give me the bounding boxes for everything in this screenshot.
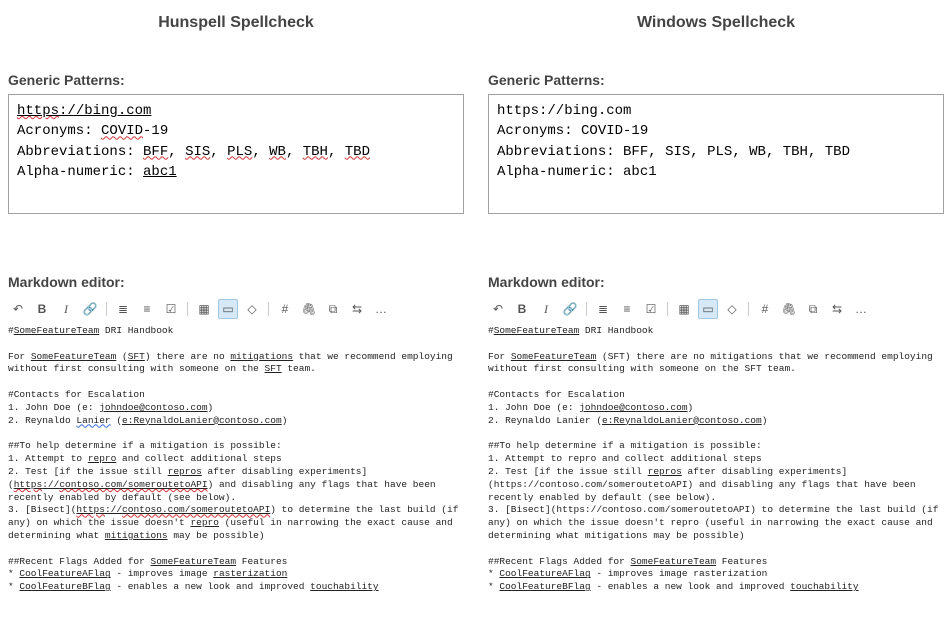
checklist-icon[interactable]: ☑ (641, 299, 661, 319)
patterns-textbox[interactable]: https://bing.com Acronyms: COVID-19 Abbr… (488, 94, 944, 214)
acronyms-line: Acronyms: COVID-19 (17, 123, 168, 139)
column-title: Windows Spellcheck (488, 14, 944, 32)
separator (586, 302, 587, 316)
separator (268, 302, 269, 316)
bold-button[interactable]: B (512, 299, 532, 319)
undo-icon[interactable]: ↶ (8, 299, 28, 319)
abbrev-line: Abbreviations: BFF, SIS, PLS, WB, TBH, T… (497, 144, 850, 160)
patterns-heading: Generic Patterns: (8, 72, 464, 88)
markdown-body[interactable]: #SomeFeatureTeam DRI Handbook For SomeFe… (8, 325, 464, 594)
separator (667, 302, 668, 316)
markdown-toolbar: ↶ B I 🔗 ≣ ≡ ☑ ▦ ▭ ◇ # 🖇 ⧉ ⇆ … (488, 296, 944, 325)
patterns-heading: Generic Patterns: (488, 72, 944, 88)
markdown-heading: Markdown editor: (488, 274, 944, 290)
separator (106, 302, 107, 316)
markdown-body[interactable]: #SomeFeatureTeam DRI Handbook For SomeFe… (488, 325, 944, 594)
updown-icon[interactable]: ◇ (722, 299, 742, 319)
windows-column: Windows Spellcheck Generic Patterns: htt… (488, 10, 944, 594)
toggle-icon[interactable]: ⇆ (827, 299, 847, 319)
table-icon[interactable]: ▦ (674, 299, 694, 319)
italic-button[interactable]: I (56, 299, 76, 319)
toggle-icon[interactable]: ⇆ (347, 299, 367, 319)
markdown-heading: Markdown editor: (8, 274, 464, 290)
hunspell-column: Hunspell Spellcheck Generic Patterns: ht… (8, 10, 464, 594)
unordered-list-icon[interactable]: ≣ (113, 299, 133, 319)
url-text: https://bing.com (17, 103, 151, 119)
attach-icon[interactable]: 🖇 (299, 299, 319, 319)
alnum-line: Alpha-numeric: abc1 (17, 164, 177, 180)
italic-button[interactable]: I (536, 299, 556, 319)
code-block-icon[interactable]: ▭ (218, 299, 238, 319)
separator (748, 302, 749, 316)
ordered-list-icon[interactable]: ≡ (137, 299, 157, 319)
link-icon[interactable]: 🔗 (560, 299, 580, 319)
bold-button[interactable]: B (32, 299, 52, 319)
link-icon[interactable]: 🔗 (80, 299, 100, 319)
markdown-toolbar: ↶ B I 🔗 ≣ ≡ ☑ ▦ ▭ ◇ # 🖇 ⧉ ⇆ … (8, 296, 464, 325)
more-icon[interactable]: … (371, 299, 391, 319)
separator (187, 302, 188, 316)
undo-icon[interactable]: ↶ (488, 299, 508, 319)
more-icon[interactable]: … (851, 299, 871, 319)
heading-icon[interactable]: # (275, 299, 295, 319)
table-icon[interactable]: ▦ (194, 299, 214, 319)
copy-icon[interactable]: ⧉ (323, 299, 343, 319)
url-text: https://bing.com (497, 103, 631, 119)
code-block-icon[interactable]: ▭ (698, 299, 718, 319)
attach-icon[interactable]: 🖇 (779, 299, 799, 319)
unordered-list-icon[interactable]: ≣ (593, 299, 613, 319)
ordered-list-icon[interactable]: ≡ (617, 299, 637, 319)
checklist-icon[interactable]: ☑ (161, 299, 181, 319)
column-title: Hunspell Spellcheck (8, 14, 464, 32)
updown-icon[interactable]: ◇ (242, 299, 262, 319)
copy-icon[interactable]: ⧉ (803, 299, 823, 319)
patterns-textbox[interactable]: https://bing.com Acronyms: COVID-19 Abbr… (8, 94, 464, 214)
alnum-line: Alpha-numeric: abc1 (497, 164, 657, 180)
heading-icon[interactable]: # (755, 299, 775, 319)
acronyms-line: Acronyms: COVID-19 (497, 123, 648, 139)
abbrev-line: Abbreviations: BFF, SIS, PLS, WB, TBH, T… (17, 144, 370, 160)
